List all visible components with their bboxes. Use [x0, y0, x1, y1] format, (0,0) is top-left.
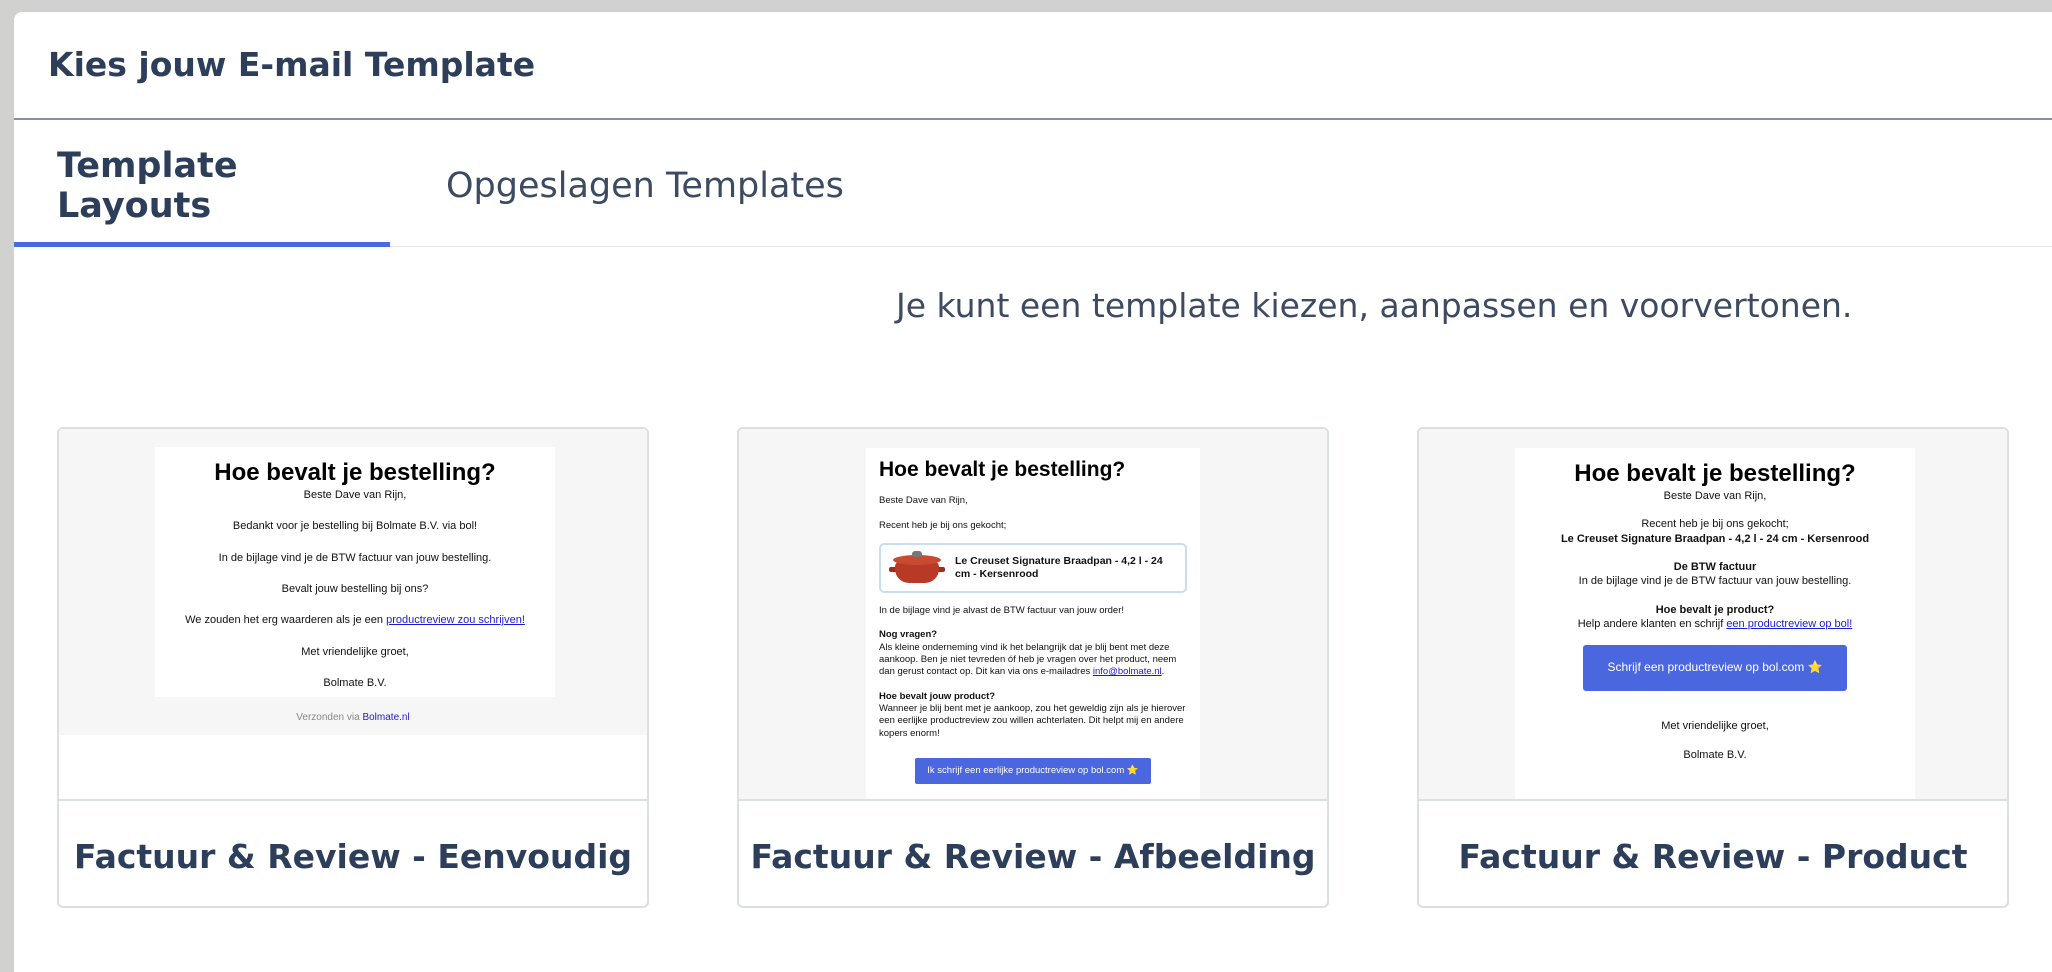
- tab-bar: Template Layouts Opgeslagen Templates: [14, 120, 2052, 247]
- product-question-text: Wanneer je blij bent met je aankoop, zou…: [879, 703, 1186, 739]
- preview-greeting: Beste Dave van Rijn,: [879, 495, 968, 507]
- preview-thanks: Bedankt voor je bestelling bij Bolmate B…: [232, 520, 478, 533]
- invoice-text: In de bijlage vind je de BTW factuur van…: [1578, 575, 1852, 588]
- product-question-title: Hoe bevalt jouw product?: [879, 690, 996, 702]
- email-preview: Hoe bevalt je bestelling? Beste Dave van…: [155, 447, 555, 697]
- invoice-title: De BTW factuur: [1673, 561, 1757, 574]
- preview-question: Bevalt jouw bestelling bij ons?: [281, 583, 429, 596]
- preview-company: Bolmate B.V.: [323, 676, 387, 689]
- preview-closing: Met vriendelijke groet,: [1661, 720, 1769, 733]
- preview-heading: Hoe bevalt je bestelling?: [879, 458, 1126, 481]
- email-preview: Hoe bevalt je bestelling? Beste Dave van…: [866, 448, 1200, 799]
- card-title: Factuur & Review - Afbeelding: [750, 837, 1316, 876]
- card-title: Factuur & Review - Eenvoudig: [73, 837, 633, 876]
- card-title: Factuur & Review - Product: [1458, 837, 1968, 876]
- email-link: info@bolmate.nl: [1092, 666, 1162, 678]
- sent-via: Verzonden via Bolmate.nl: [296, 712, 410, 723]
- modal-title: Kies jouw E-mail Template: [48, 44, 536, 84]
- preview-review: We zouden het erg waarderen als je een p…: [185, 614, 525, 627]
- tab-template-layouts[interactable]: Template Layouts: [14, 126, 390, 247]
- email-preview: Hoe bevalt je bestelling? Beste Dave van…: [1515, 448, 1915, 799]
- product-box: Le Creuset Signature Braadpan - 4,2 l - …: [879, 542, 1187, 593]
- tab-saved-templates[interactable]: Opgeslagen Templates: [390, 126, 844, 246]
- preview-company: Bolmate B.V.: [1683, 748, 1747, 761]
- preview-recent: Recent heb je bij ons gekocht;: [879, 519, 1007, 531]
- product-name: Le Creuset Signature Braadpan - 4,2 l - …: [955, 554, 1163, 580]
- template-preview: Hoe bevalt je bestelling? Beste Dave van…: [59, 429, 647, 801]
- help-link: een productreview op bol!: [1726, 617, 1853, 630]
- template-preview: Hoe bevalt je bestelling? Beste Dave van…: [739, 429, 1327, 801]
- template-card-simple[interactable]: Hoe bevalt je bestelling? Beste Dave van…: [57, 427, 649, 908]
- preview-closing: Met vriendelijke groet,: [301, 645, 409, 658]
- product-name: Le Creuset Signature Braadpan - 4,2 l - …: [1560, 532, 1870, 545]
- review-button: Schrijf een productreview op bol.com ⭐: [1583, 645, 1847, 692]
- questions-title: Nog vragen?: [879, 629, 938, 641]
- preview-attachment: In de bijlage vind je alvast de BTW fact…: [879, 604, 1125, 616]
- preview-greeting: Beste Dave van Rijn,: [1663, 490, 1767, 503]
- preview-recent: Recent heb je bij ons gekocht;: [1641, 518, 1789, 531]
- template-card-product[interactable]: Hoe bevalt je bestelling? Beste Dave van…: [1417, 427, 2009, 908]
- preview-greeting: Beste Dave van Rijn,: [303, 489, 407, 502]
- review-button: Ik schrijf een eerlijke productreview op…: [915, 758, 1151, 785]
- intro-text: Je kunt een template kiezen, aanpassen e…: [896, 286, 1853, 325]
- product-question-title: Hoe bevalt je product?: [1655, 603, 1775, 616]
- preview-attachment: In de bijlage vind je de BTW factuur van…: [218, 551, 492, 564]
- preview-heading: Hoe bevalt je bestelling?: [1574, 460, 1856, 487]
- template-card-image[interactable]: Hoe bevalt je bestelling? Beste Dave van…: [737, 427, 1329, 908]
- template-preview: Hoe bevalt je bestelling? Beste Dave van…: [1419, 429, 2007, 801]
- preview-heading: Hoe bevalt je bestelling?: [214, 459, 496, 486]
- product-image-icon: [889, 550, 945, 585]
- review-link: productreview zou schrijven!: [386, 614, 525, 627]
- modal-header: Kies jouw E-mail Template: [14, 12, 2052, 120]
- sent-link: Bolmate.nl: [362, 712, 410, 723]
- questions-text: Als kleine onderneming vind ik het belan…: [879, 641, 1177, 678]
- help-text: Help andere klanten en schrijf een produ…: [1577, 617, 1853, 630]
